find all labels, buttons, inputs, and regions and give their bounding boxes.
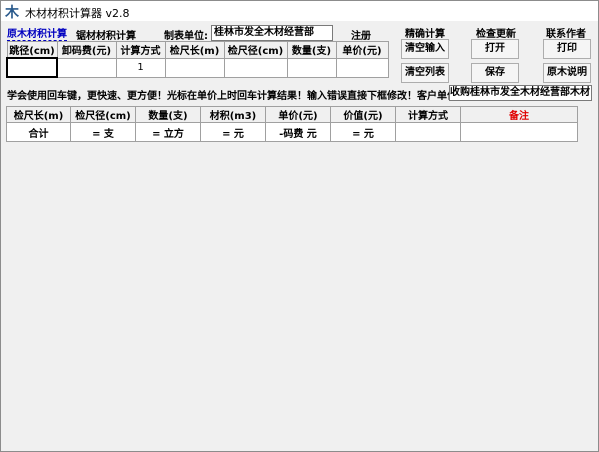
diameter-input[interactable] [223, 57, 288, 78]
res-col-calc-method: 计算方式 [395, 106, 461, 123]
tab-sawn-wood[interactable]: 锯材材积计算 [76, 27, 136, 42]
res-col-diameter: 检尺径(cm) [70, 106, 136, 123]
total-price: = 元 [200, 122, 266, 142]
res-col-remark: 备注 [460, 106, 578, 123]
res-col-volume: 材积(m3) [200, 106, 266, 123]
total-row[interactable]: 合计 = 支 = 立方 = 元 -码费 元 = 元 [6, 122, 578, 142]
result-table: 检尺长(m) 检尺径(cm) 数量(支) 材积(m3) 单价(元) 价值(元) … [6, 106, 578, 142]
col-unit-price: 单价(元) [335, 41, 389, 59]
window-title: 木材材积计算器 v2.8 [25, 7, 130, 20]
save-button[interactable]: 保存 [471, 63, 519, 83]
col-quantity: 数量(支) [286, 41, 337, 59]
app-icon: 木 [5, 5, 19, 21]
unit-price-input[interactable] [335, 57, 389, 78]
total-volume: = 立方 [135, 122, 201, 142]
customer-input[interactable]: 收购桂林市发全木材经营部木材 [449, 85, 592, 101]
tab-raw-wood[interactable]: 原木材积计算 [7, 25, 67, 41]
calc-method-input[interactable]: 1 [115, 57, 166, 78]
open-button[interactable]: 打开 [471, 39, 519, 59]
clear-list-button[interactable]: 清空列表 [401, 63, 449, 83]
register-link[interactable]: 注册 [351, 27, 371, 42]
col-unload-fee: 卸码费(元) [56, 41, 117, 59]
col-diameter: 检尺径(cm) [223, 41, 288, 59]
total-remark [460, 122, 578, 142]
unit-label: 制表单位: [164, 31, 208, 42]
clear-input-button[interactable]: 清空输入 [401, 39, 449, 59]
check-update-link[interactable]: 检查更新 [476, 25, 516, 40]
jump-diameter-input[interactable] [6, 57, 58, 78]
col-calc-method: 计算方式 [115, 41, 166, 59]
length-input[interactable] [164, 57, 225, 78]
res-col-quantity: 数量(支) [135, 106, 201, 123]
print-button[interactable]: 打印 [543, 39, 591, 59]
col-jump-diameter: 跳径(cm) [6, 41, 58, 59]
title-bar: 木 木材材积计算器 v2.8 [1, 1, 598, 21]
quantity-input[interactable] [286, 57, 337, 78]
unload-fee-input[interactable] [56, 57, 117, 78]
raw-help-button[interactable]: 原木说明 [543, 63, 591, 83]
total-calc-method [395, 122, 461, 142]
col-length: 检尺长(m) [164, 41, 225, 59]
total-unload-fee: -码费 元 [265, 122, 331, 142]
unit-input[interactable]: 桂林市发全木材经营部 [211, 25, 333, 41]
usage-tip: 学会使用回车键，更快速、更方便！光标在单价上时回车计算结果！输入错误直接下框修改… [7, 91, 461, 102]
app-window: 木 木材材积计算器 v2.8 原木材积计算 锯材材积计算 制表单位: 桂林市发全… [0, 0, 599, 452]
input-table: 跳径(cm) 卸码费(元) 计算方式 检尺长(m) 检尺径(cm) 数量(支) … [6, 41, 389, 78]
contact-author-link[interactable]: 联系作者 [546, 25, 586, 40]
total-quantity: = 支 [70, 122, 136, 142]
res-col-length: 检尺长(m) [6, 106, 71, 123]
precise-calc-label[interactable]: 精确计算 [405, 25, 445, 40]
res-col-value: 价值(元) [330, 106, 396, 123]
total-label: 合计 [6, 122, 71, 142]
total-value: = 元 [330, 122, 396, 142]
res-col-unit-price: 单价(元) [265, 106, 331, 123]
